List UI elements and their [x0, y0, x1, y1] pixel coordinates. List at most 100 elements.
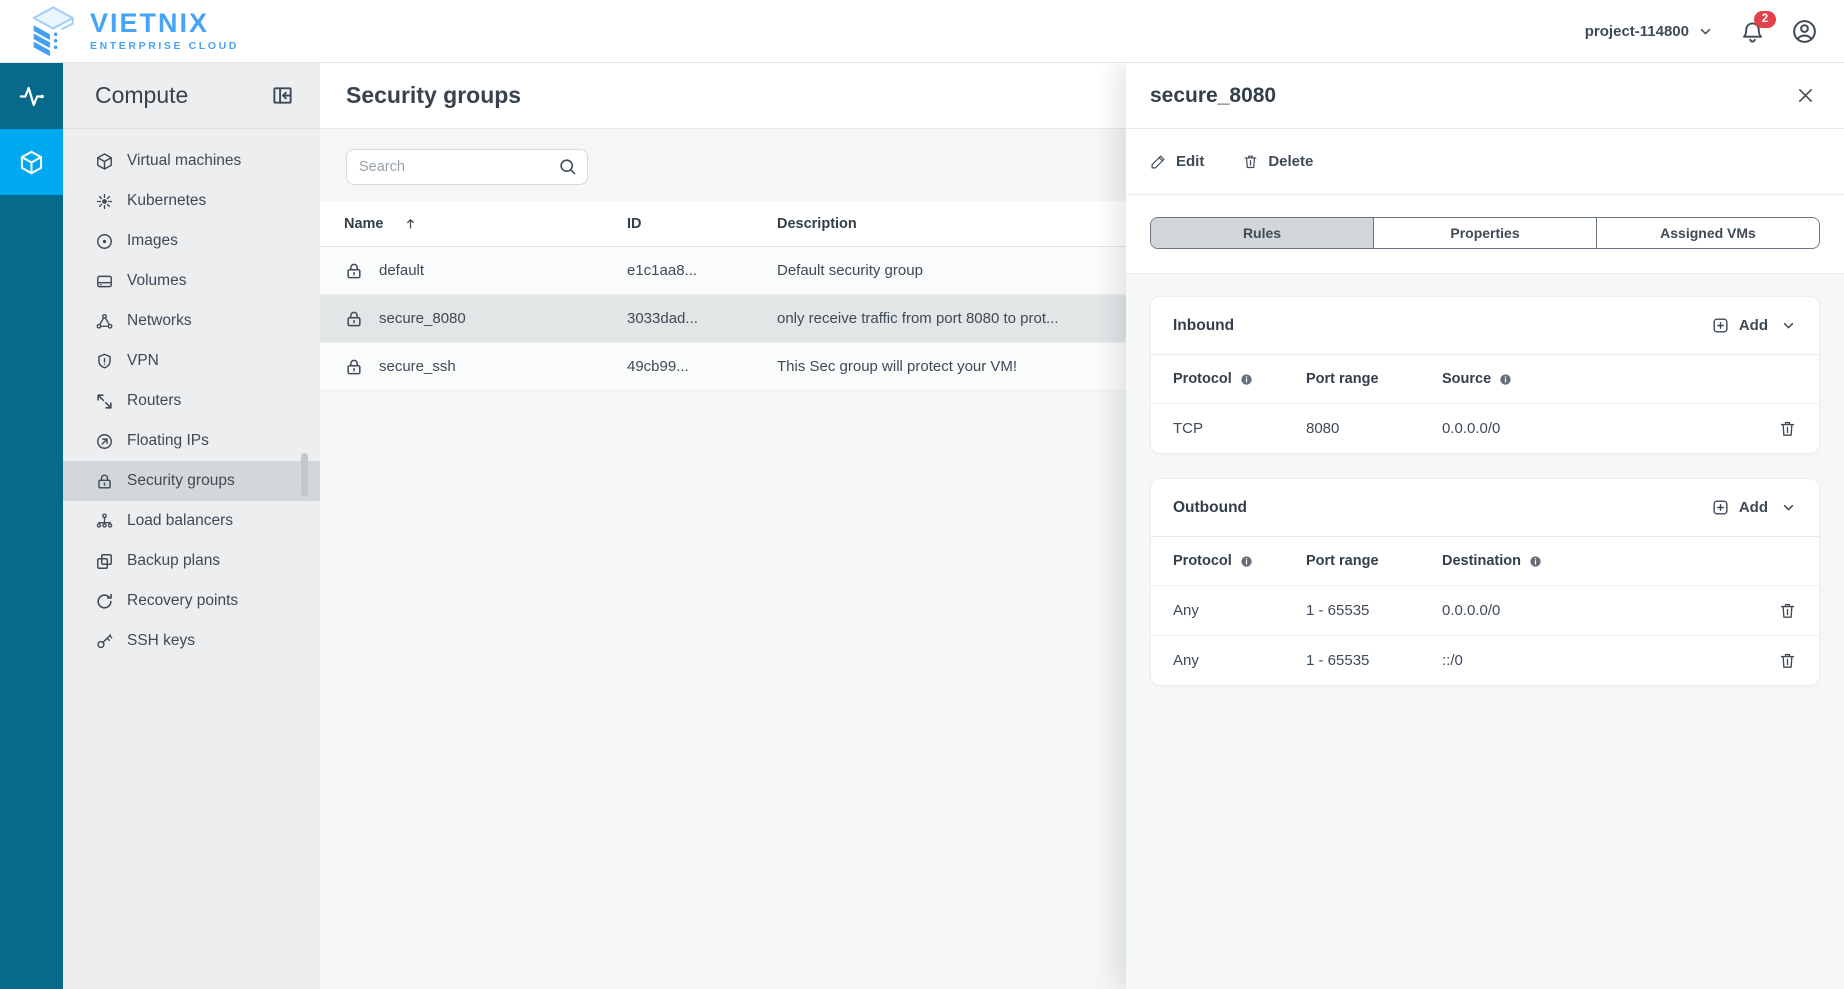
- sidebar-scrollbar-thumb[interactable]: [301, 453, 308, 497]
- column-label: Port range: [1306, 371, 1379, 387]
- account-button[interactable]: [1791, 18, 1818, 45]
- trash-icon: [1778, 419, 1797, 438]
- search-icon[interactable]: [558, 157, 577, 176]
- cell-id: 49cb99...: [627, 358, 777, 375]
- column-header-id[interactable]: ID: [627, 216, 777, 232]
- inbound-rule-row: TCP 8080 0.0.0.0/0: [1151, 403, 1819, 453]
- inbound-rules-card: Inbound Add Protocol P: [1150, 296, 1820, 454]
- notifications-button[interactable]: 2: [1740, 19, 1765, 44]
- inbound-actions: Add: [1711, 316, 1797, 335]
- logo-text: VIETNIX ENTERPRISE CLOUD: [90, 10, 239, 52]
- tab-rules[interactable]: Rules: [1151, 218, 1373, 248]
- table-row-secure-ssh[interactable]: secure_ssh 49cb99... This Sec group will…: [320, 343, 1126, 391]
- sidebar-item-label: Security groups: [127, 472, 235, 490]
- table-header-row: Name ID Description: [320, 201, 1126, 247]
- lock-icon: [344, 261, 364, 281]
- delete-rule-button[interactable]: [1778, 651, 1797, 670]
- trash-icon: [1242, 153, 1259, 170]
- sidebar-item-floating-ips[interactable]: Floating IPs: [63, 421, 320, 461]
- sidebar-item-volumes[interactable]: Volumes: [63, 261, 320, 301]
- vietnix-logo[interactable]: VIETNIX ENTERPRISE CLOUD: [28, 5, 239, 57]
- tab-label: Assigned VMs: [1660, 225, 1756, 241]
- key-icon: [95, 632, 114, 651]
- sidebar-item-backup-plans[interactable]: Backup plans: [63, 541, 320, 581]
- column-label: Port range: [1306, 553, 1379, 569]
- collapse-panel-icon: [271, 84, 294, 107]
- column-header-description[interactable]: Description: [777, 216, 1126, 232]
- info-icon[interactable]: [1499, 373, 1512, 386]
- column-header-source: Source: [1442, 371, 1797, 387]
- delete-rule-button[interactable]: [1778, 419, 1797, 438]
- column-label: Protocol: [1173, 371, 1232, 387]
- rule-port-range: 8080: [1306, 420, 1442, 437]
- rail-item-compute[interactable]: [0, 129, 63, 195]
- chevron-down-icon[interactable]: [1780, 317, 1797, 334]
- cell-description: This Sec group will protect your VM!: [777, 358, 1126, 375]
- sidebar-item-ssh-keys[interactable]: SSH keys: [63, 621, 320, 661]
- edit-label: Edit: [1176, 153, 1204, 170]
- table-row-default[interactable]: default e1c1aa8... Default security grou…: [320, 247, 1126, 295]
- edit-button[interactable]: Edit: [1150, 153, 1204, 170]
- lock-icon: [344, 357, 364, 377]
- inbound-card-header: Inbound Add: [1151, 297, 1819, 355]
- outbound-rule-row: Any 1 - 65535 ::/0: [1151, 635, 1819, 685]
- lock-icon: [344, 309, 364, 329]
- sidebar-title: Compute: [95, 82, 188, 109]
- cell-description: only receive traffic from port 8080 to p…: [777, 310, 1126, 327]
- tab-properties[interactable]: Properties: [1373, 218, 1596, 248]
- sidebar-item-kubernetes[interactable]: Kubernetes: [63, 181, 320, 221]
- top-bar-right: project-114800 2: [1585, 18, 1818, 45]
- activity-icon: [18, 83, 45, 110]
- circle-arrow-icon: [95, 432, 114, 451]
- sidebar-item-label: Networks: [127, 312, 192, 330]
- column-header-name[interactable]: Name: [344, 216, 627, 232]
- notification-badge: 2: [1754, 11, 1776, 28]
- search-input[interactable]: [346, 149, 588, 185]
- column-label: ID: [627, 216, 642, 232]
- tab-assigned-vms[interactable]: Assigned VMs: [1596, 218, 1819, 248]
- info-icon[interactable]: [1240, 373, 1253, 386]
- inbound-rules-header: Protocol Port range Source: [1151, 355, 1819, 403]
- sidebar-item-load-balancers[interactable]: Load balancers: [63, 501, 320, 541]
- outbound-add-button[interactable]: Add: [1711, 498, 1768, 517]
- detail-panel: secure_8080 Edit Delete Rules Propertie: [1126, 63, 1844, 989]
- info-icon[interactable]: [1240, 555, 1253, 568]
- cell-name: default: [344, 261, 627, 281]
- sidebar-item-vpn[interactable]: VPN: [63, 341, 320, 381]
- rotate-icon: [95, 592, 114, 611]
- panel-toolbar: Edit Delete: [1126, 129, 1844, 195]
- delete-rule-button[interactable]: [1778, 601, 1797, 620]
- sidebar-item-routers[interactable]: Routers: [63, 381, 320, 421]
- sidebar-item-images[interactable]: Images: [63, 221, 320, 261]
- table-row-secure-8080[interactable]: secure_8080 3033dad... only receive traf…: [320, 295, 1126, 343]
- sidebar-item-networks[interactable]: Networks: [63, 301, 320, 341]
- sidebar-item-security-groups[interactable]: Security groups: [63, 461, 320, 501]
- delete-label: Delete: [1268, 153, 1313, 170]
- chevron-down-icon[interactable]: [1780, 499, 1797, 516]
- sidebar-item-recovery-points[interactable]: Recovery points: [63, 581, 320, 621]
- sidebar-item-label: VPN: [127, 352, 159, 370]
- column-header-destination: Destination: [1442, 553, 1797, 569]
- project-selector[interactable]: project-114800: [1585, 23, 1714, 40]
- page-title: Security groups: [346, 82, 521, 109]
- panel-tabs-wrap: Rules Properties Assigned VMs: [1126, 195, 1844, 273]
- rail-item-monitoring[interactable]: [0, 63, 63, 129]
- delete-button[interactable]: Delete: [1242, 153, 1313, 170]
- info-icon[interactable]: [1529, 555, 1542, 568]
- cell-id: 3033dad...: [627, 310, 777, 327]
- swap-arrows-icon: [95, 392, 114, 411]
- brand-name: VIETNIX: [90, 10, 239, 37]
- sidebar-item-virtual-machines[interactable]: Virtual machines: [63, 141, 320, 181]
- pencil-icon: [1150, 153, 1167, 170]
- close-panel-button[interactable]: [1795, 85, 1816, 106]
- security-groups-table: Name ID Description default e1c1aa8... D…: [320, 201, 1126, 391]
- rules-tab-content: Inbound Add Protocol P: [1126, 273, 1844, 989]
- cube-icon: [18, 149, 45, 176]
- chevron-down-icon: [1697, 23, 1714, 40]
- inbound-add-button[interactable]: Add: [1711, 316, 1768, 335]
- shield-icon: [95, 352, 114, 371]
- sidebar-item-label: Floating IPs: [127, 432, 209, 450]
- collapse-sidebar-button[interactable]: [271, 84, 294, 107]
- brand-tagline: ENTERPRISE CLOUD: [90, 41, 239, 52]
- group-name: secure_8080: [379, 310, 466, 327]
